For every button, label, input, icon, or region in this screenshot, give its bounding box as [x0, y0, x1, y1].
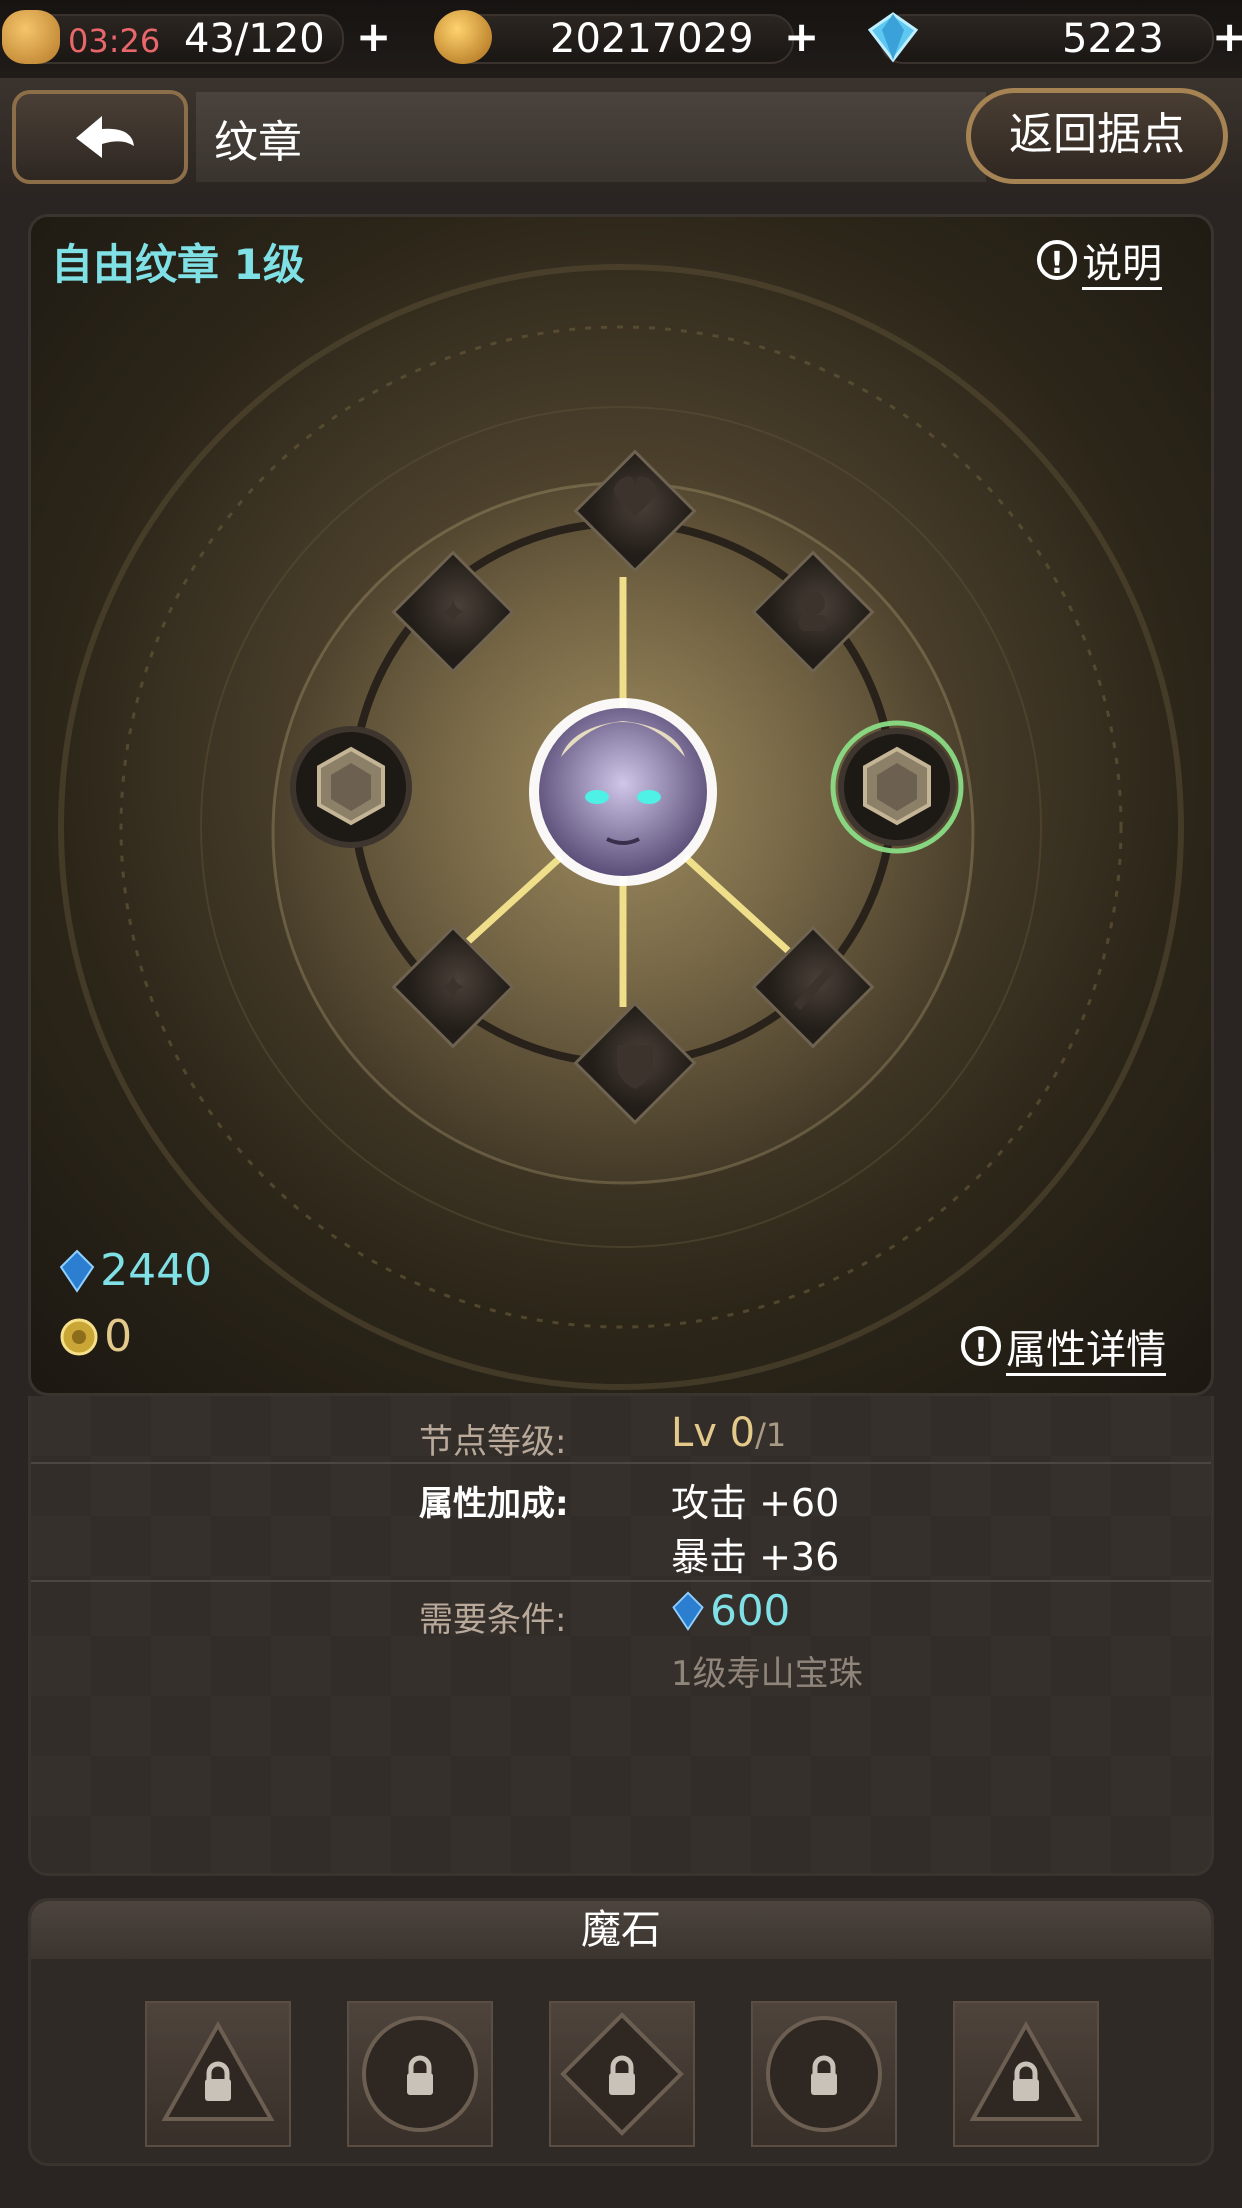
magic-stone-slot-3[interactable] [549, 2001, 695, 2147]
info-icon: ! [961, 1326, 1001, 1367]
bread-icon [2, 10, 60, 64]
gold-resource[interactable]: 20217029 + [430, 8, 830, 64]
stamina-value: 43/120 [184, 16, 325, 62]
sparkle-icon: ✦ [438, 593, 468, 634]
sparkle-icon: ✦ [438, 968, 468, 1009]
gold-medal-icon [60, 1318, 98, 1355]
hex-node-left[interactable] [290, 726, 412, 848]
add-stamina-button[interactable]: + [356, 12, 391, 61]
bonus-attack: 攻击 +60 [671, 1481, 840, 1525]
node-level-value: Lv 0/1 [671, 1410, 786, 1456]
gem-resource[interactable]: 5223 + [860, 8, 1242, 64]
gold-value: 20217029 [550, 16, 754, 62]
gem-value: 5223 [1062, 16, 1164, 62]
node-level-max: /1 [755, 1416, 787, 1454]
stamina-resource[interactable]: 03:26 43/120 + [0, 8, 400, 64]
hex-node-right-selected[interactable] [830, 720, 964, 854]
magic-stone-slot-4[interactable] [751, 2001, 897, 2147]
blue-crystal-count: 2440 [100, 1245, 213, 1296]
blue-crystal-counter: 2440 [59, 1245, 213, 1296]
return-to-base-button[interactable]: 返回据点 [966, 88, 1228, 184]
node-level-current: Lv 0 [671, 1410, 756, 1456]
magic-stone-slot-5[interactable] [953, 2001, 1099, 2147]
character-portrait[interactable] [529, 698, 717, 886]
lock-icon [609, 2073, 635, 2095]
magic-stone-title: 魔石 [31, 1901, 1211, 1959]
diamond-icon [864, 10, 922, 64]
bonus-crit: 暴击 +36 [671, 1535, 840, 1579]
gold-coin-icon [434, 10, 492, 64]
blue-crystal-icon [59, 1249, 95, 1293]
magic-stone-slot-2[interactable] [347, 2001, 493, 2147]
page-title: 纹章 [214, 117, 302, 168]
emblem-tree-svg: ✦ ✦ [58, 264, 1184, 1390]
page-header: 纹章 返回据点 [0, 78, 1242, 196]
bonus-label: 属性加成: [419, 1484, 569, 1524]
gold-medal-count: 0 [104, 1311, 133, 1362]
help-label: 说明 [1082, 241, 1163, 290]
add-gold-button[interactable]: + [784, 12, 819, 61]
lock-icon [205, 2079, 231, 2101]
magic-stone-panel: 魔石 [28, 1898, 1214, 2166]
requirement-item: 1级寿山宝珠 [671, 1654, 863, 1694]
requirement-label: 需要条件: [419, 1600, 567, 1640]
stat-details-button[interactable]: ! 属性详情 [961, 1317, 1167, 1376]
gold-medal-counter: 0 [59, 1311, 133, 1362]
add-gem-button[interactable]: + [1212, 12, 1242, 61]
requirement-cost: 600 [671, 1586, 790, 1638]
help-button[interactable]: ! 说明 [1037, 231, 1163, 290]
emblem-panel: ✦ ✦ 自由纹章 1级 ! 说明 2440 0 ! 属性详情 [28, 214, 1214, 1396]
emblem-name: 自由纹章 1级 [51, 240, 305, 289]
person-icon [801, 591, 825, 615]
blue-crystal-icon [672, 1591, 704, 1631]
node-level-label: 节点等级: [419, 1422, 567, 1462]
lock-icon [407, 2073, 433, 2095]
lock-icon [1013, 2079, 1039, 2101]
info-icon: ! [1037, 240, 1077, 281]
lock-icon [811, 2073, 837, 2095]
back-arrow-icon [76, 116, 134, 158]
magic-stone-slot-1[interactable] [145, 2001, 291, 2147]
back-button[interactable] [12, 90, 188, 184]
requirement-cost-value: 600 [710, 1586, 791, 1635]
stamina-timer: 03:26 [68, 22, 161, 60]
stat-details-label: 属性详情 [1006, 1327, 1167, 1376]
node-details-panel: 节点等级: Lv 0/1 属性加成: 攻击 +60 暴击 +36 需要条件: 6… [28, 1396, 1214, 1876]
resource-bar: 03:26 43/120 + 20217029 + 5223 + [0, 0, 1242, 78]
